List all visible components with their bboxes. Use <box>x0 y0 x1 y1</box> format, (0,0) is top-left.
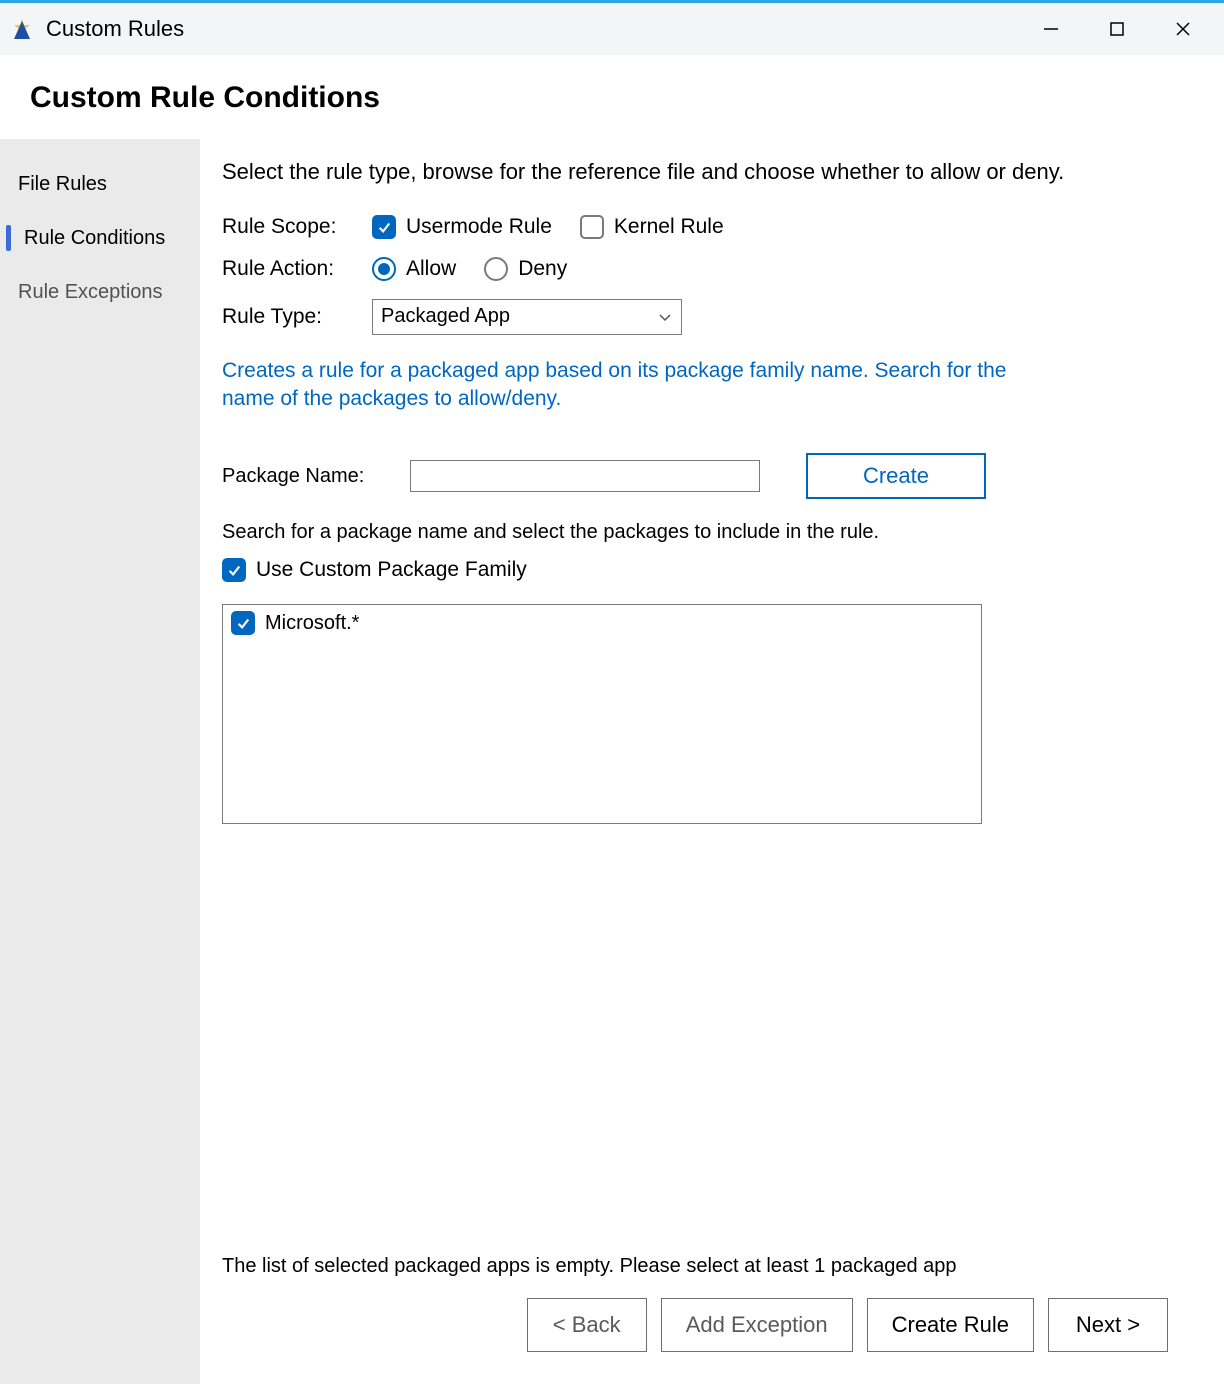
rule-type-label: Rule Type: <box>222 305 372 329</box>
rule-type-row: Rule Type: Packaged App <box>222 299 1196 335</box>
package-listbox[interactable]: Microsoft.* <box>222 604 982 824</box>
custom-package-family-checkbox[interactable]: Use Custom Package Family <box>222 558 1196 582</box>
add-exception-button[interactable]: Add Exception <box>661 1298 853 1352</box>
deny-label: Deny <box>518 257 567 281</box>
next-button[interactable]: Next > <box>1048 1298 1168 1352</box>
intro-text: Select the rule type, browse for the ref… <box>222 157 1196 187</box>
checkbox-icon <box>231 611 255 635</box>
package-list-item[interactable]: Microsoft.* <box>231 611 973 635</box>
sidebar-item-rule-exceptions[interactable]: Rule Exceptions <box>0 265 200 319</box>
kernel-rule-label: Kernel Rule <box>614 215 724 239</box>
minimize-button[interactable] <box>1018 8 1084 50</box>
sidebar: File Rules Rule Conditions Rule Exceptio… <box>0 139 200 1384</box>
status-message: The list of selected packaged apps is em… <box>222 1255 1196 1278</box>
package-search-hint: Search for a package name and select the… <box>222 521 1196 544</box>
rule-scope-label: Rule Scope: <box>222 215 372 239</box>
page-title: Custom Rule Conditions <box>30 81 1194 115</box>
checkbox-icon <box>222 558 246 582</box>
rule-type-select[interactable]: Packaged App <box>372 299 682 335</box>
rule-action-row: Rule Action: Allow Deny <box>222 257 1196 281</box>
page-header: Custom Rule Conditions <box>0 55 1224 139</box>
package-name-label: Package Name: <box>222 465 392 488</box>
usermode-rule-checkbox[interactable]: Usermode Rule <box>372 215 552 239</box>
create-rule-button[interactable]: Create Rule <box>867 1298 1034 1352</box>
create-button[interactable]: Create <box>806 453 986 499</box>
package-list-item-label: Microsoft.* <box>265 612 359 635</box>
rule-action-label: Rule Action: <box>222 257 372 281</box>
sidebar-item-file-rules[interactable]: File Rules <box>0 157 200 211</box>
deny-radio[interactable]: Deny <box>484 257 567 281</box>
main-panel: Select the rule type, browse for the ref… <box>200 139 1224 1384</box>
footer-buttons: < Back Add Exception Create Rule Next > <box>222 1298 1196 1378</box>
window-title: Custom Rules <box>46 16 184 42</box>
allow-label: Allow <box>406 257 456 281</box>
rule-type-hint: Creates a rule for a packaged app based … <box>222 357 1022 414</box>
close-button[interactable] <box>1150 8 1216 50</box>
checkbox-icon <box>372 215 396 239</box>
usermode-rule-label: Usermode Rule <box>406 215 552 239</box>
title-bar: Custom Rules <box>0 3 1224 55</box>
sidebar-item-rule-conditions[interactable]: Rule Conditions <box>0 211 200 265</box>
back-button[interactable]: < Back <box>527 1298 647 1352</box>
package-name-input[interactable] <box>410 460 760 492</box>
rule-scope-row: Rule Scope: Usermode Rule Kernel Rule <box>222 215 1196 239</box>
allow-radio[interactable]: Allow <box>372 257 456 281</box>
rule-type-selected: Packaged App <box>381 305 510 328</box>
custom-package-family-label: Use Custom Package Family <box>256 558 527 582</box>
checkbox-icon <box>580 215 604 239</box>
kernel-rule-checkbox[interactable]: Kernel Rule <box>580 215 724 239</box>
radio-icon <box>484 257 508 281</box>
app-wizard-icon <box>8 15 36 43</box>
maximize-button[interactable] <box>1084 8 1150 50</box>
package-name-row: Package Name: Create <box>222 453 1196 499</box>
radio-icon <box>372 257 396 281</box>
chevron-down-icon <box>657 309 673 325</box>
